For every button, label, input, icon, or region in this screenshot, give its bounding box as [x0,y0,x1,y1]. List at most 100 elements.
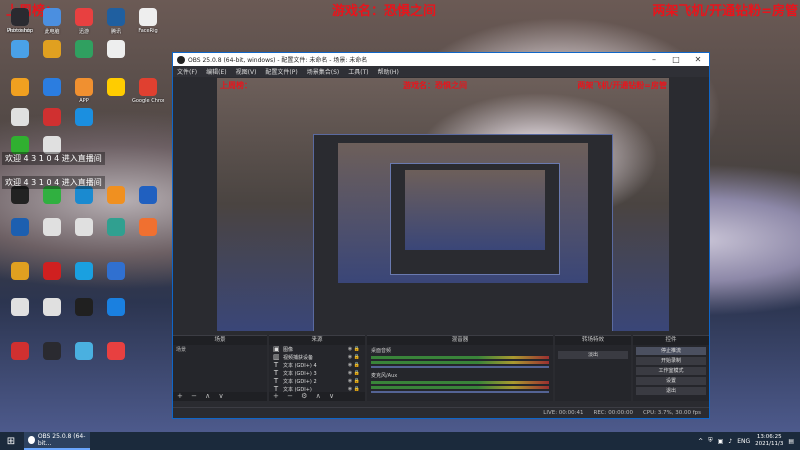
network-icon[interactable]: ▣ [718,438,724,445]
desktop-app-icon[interactable] [36,218,68,238]
desktop-app-icon[interactable] [36,298,68,318]
desktop-app-icon[interactable] [4,78,36,98]
desktop-app-icon[interactable] [68,298,100,318]
desktop-app-icon[interactable] [100,218,132,238]
app-icon-glyph [107,298,125,316]
desktop-app-icon[interactable] [4,40,36,60]
live-timer: LIVE: 00:00:41 [543,410,584,416]
stop-streaming-button[interactable]: 停止推流 [636,347,706,355]
desktop-app-icon[interactable] [36,78,68,98]
input-language[interactable]: ENG [737,438,750,445]
desktop-app-icon[interactable] [4,108,36,128]
desktop-app-icon[interactable]: FaceRig [132,8,164,34]
source-item[interactable]: T 文本 (GDI+) 3 ◉ 🔒 [269,369,365,377]
tray-expand-icon[interactable]: ^ [698,438,703,445]
desktop-app-icon[interactable]: APP [68,78,100,104]
desktop-app-icon[interactable] [100,262,132,282]
start-recording-button[interactable]: 开始录制 [636,357,706,365]
desktop-app-icon[interactable] [36,186,68,206]
minimize-icon[interactable]: – [643,55,665,64]
taskbar-obs-item[interactable]: OBS 25.0.8 (64-bit... [24,432,90,450]
desktop-app-icon[interactable] [36,40,68,60]
studio-mode-button[interactable]: 工作室模式 [636,367,706,375]
app-icon-glyph [11,218,29,236]
settings-button[interactable]: 设置 [636,377,706,385]
desktop-app-icon[interactable] [4,218,36,238]
desktop-app-icon[interactable] [68,108,100,128]
desktop-app-icon[interactable] [68,342,100,362]
exit-button[interactable]: 退出 [636,387,706,395]
menu-edit[interactable]: 编辑(E) [206,67,226,76]
controls-title: 控件 [633,336,709,345]
sources-title: 来源 [269,336,365,345]
notification-icon[interactable]: ▤ [788,438,794,445]
volume-icon[interactable]: ♪ [728,438,732,445]
desktop-app-icon[interactable]: Google Chrome [132,78,164,104]
maximize-icon[interactable]: □ [665,55,687,64]
desktop-app-icon[interactable] [68,262,100,282]
taskbar: ⊞ OBS 25.0.8 (64-bit... ^ ⛨ ▣ ♪ ENG 13:0… [0,432,800,450]
cpu-fps: CPU: 3.7%, 30.00 fps [642,410,701,416]
desktop-app-icon[interactable] [100,298,132,318]
shield-icon[interactable]: ⛨ [708,437,713,445]
desktop-app-icon[interactable] [100,40,132,60]
desktop-app-icon[interactable] [68,218,100,238]
desktop-app-icon[interactable] [4,262,36,282]
desktop-app-icon[interactable] [36,262,68,282]
menu-file[interactable]: 文件(F) [177,67,197,76]
desktop-app-icon[interactable]: Photoshop [4,8,36,34]
menu-profile[interactable]: 配置文件(P) [265,67,297,76]
desktop-app-icon[interactable]: 此电脑 [36,8,68,35]
menu-view[interactable]: 视图(V) [236,67,257,76]
desktop-app-icon[interactable] [4,186,36,206]
transitions-dock: 转场特效 淡出 [555,335,631,401]
menu-help[interactable]: 帮助(H) [378,67,399,76]
scenes-toolbar[interactable]: + − ∧ ∨ [173,392,267,401]
eye-icon[interactable]: ◉ 🔒 [348,370,360,376]
close-icon[interactable]: ✕ [687,55,709,64]
clock[interactable]: 13:06:25 2021/11/3 [755,434,783,448]
eye-icon[interactable]: ◉ 🔒 [348,354,360,360]
desktop-app-icon[interactable] [100,186,132,206]
desktop-app-icon[interactable] [100,342,132,362]
source-label: 文本 (GDI+) 2 [283,378,317,385]
app-icon-glyph [107,186,125,204]
windows-start-icon[interactable]: ⊞ [0,436,22,447]
desktop-app-icon[interactable] [100,78,132,98]
eye-icon[interactable]: ◉ 🔒 [348,378,360,384]
scene-item[interactable]: 场景 [173,345,267,354]
menu-tools[interactable]: 工具(T) [348,67,368,76]
audio-meter [371,361,549,364]
desktop-app-icon[interactable]: 腾讯 [100,8,132,35]
sources-toolbar[interactable]: + − ⚙ ∧ ∨ [269,392,365,401]
desktop-app-icon[interactable] [36,108,68,128]
desktop-app-icon[interactable] [132,186,164,206]
eye-icon[interactable]: ◉ 🔒 [348,362,360,368]
eye-icon[interactable]: ◉ 🔒 [348,346,360,352]
app-icon-glyph [139,186,157,204]
menu-scene-collection[interactable]: 场景集合(S) [307,67,340,76]
app-icon-glyph [75,298,93,316]
desktop-app-icon[interactable] [68,186,100,206]
rec-timer: REC: 00:00:00 [593,410,633,416]
volume-slider[interactable] [371,391,549,393]
desktop-app-icon[interactable] [4,298,36,318]
preview-overlay-manager: 两架飞机/开通钻粉=房管 [577,81,667,90]
obs-preview[interactable]: 上周榜： 游戏名：恐惧之间 两架飞机/开通钻粉=房管 [217,78,669,331]
controls-dock: 控件 停止推流 开始录制 工作室模式 设置 退出 [633,335,709,401]
source-item[interactable]: ▥ 视频捕获设备 ◉ 🔒 [269,353,365,361]
transition-select[interactable]: 淡出 [558,351,628,359]
app-icon-glyph [75,218,93,236]
desktop-app-icon[interactable] [4,342,36,362]
camera-icon: ▥ [273,353,280,361]
source-item[interactable]: T 文本 (GDI+) 4 ◉ 🔒 [269,361,365,369]
desktop-app-icon[interactable] [132,218,164,238]
obs-title-bar[interactable]: OBS 25.0.8 (64-bit, windows) - 配置文件: 未命名… [173,53,709,66]
desktop-app-icon[interactable]: 迅游 [68,8,100,35]
source-item[interactable]: T 文本 (GDI+) 2 ◉ 🔒 [269,377,365,385]
source-item[interactable]: ▣ 图像 ◉ 🔒 [269,345,365,353]
volume-slider[interactable] [371,366,549,368]
app-icon-glyph [43,108,61,126]
desktop-app-icon[interactable] [36,342,68,362]
desktop-app-icon[interactable] [68,40,100,60]
